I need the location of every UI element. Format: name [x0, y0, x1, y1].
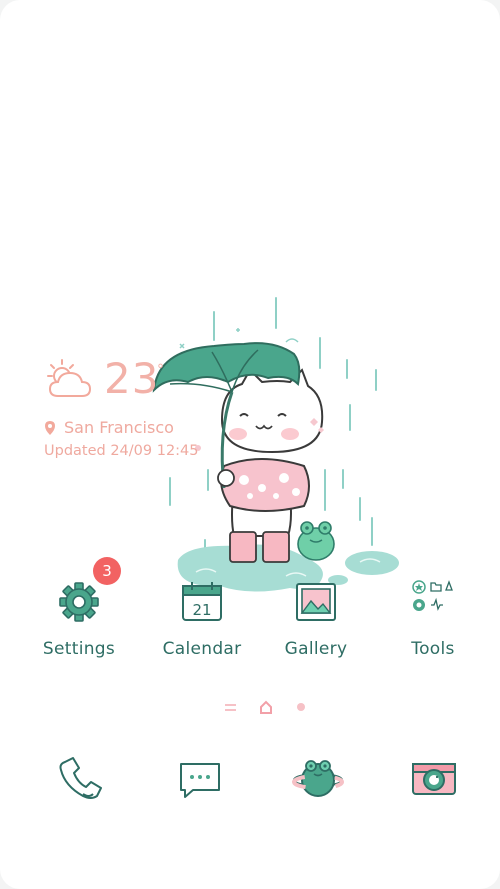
calendar-date: 21 [192, 601, 211, 619]
gallery-icon [296, 583, 336, 621]
notification-badge: 3 [93, 557, 121, 585]
home-icon [260, 700, 272, 714]
weather-widget[interactable]: 23 ° San Francisco Updated 24/09 12:45 [44, 354, 244, 468]
frog-planet-icon[interactable] [292, 752, 344, 804]
home-screen: 23 ° San Francisco Updated 24/09 12:45 S… [0, 0, 500, 889]
menu-lines-icon [225, 704, 236, 711]
messages-icon[interactable] [174, 752, 226, 804]
location-row: San Francisco [44, 418, 174, 437]
page-indicator[interactable] [0, 696, 500, 720]
app-label: Settings [42, 639, 116, 659]
temperature: 23 [104, 354, 160, 403]
phone-icon[interactable] [53, 752, 105, 804]
gear-icon [59, 582, 99, 622]
calendar-icon: 21 [182, 582, 222, 621]
degree-symbol: ° [157, 362, 164, 378]
app-gallery[interactable]: Gallery [256, 580, 376, 670]
location-pin-icon [45, 420, 55, 435]
app-label: Gallery [284, 639, 348, 659]
tools-folder-icon [412, 580, 453, 611]
camera-icon[interactable] [408, 752, 460, 804]
app-settings[interactable]: Settings [19, 580, 139, 670]
app-label: Tools [411, 639, 455, 659]
app-tools-folder[interactable]: Tools [373, 580, 493, 670]
app-calendar[interactable]: 21 Calendar [142, 580, 262, 670]
city-name: San Francisco [64, 418, 174, 437]
page-dot-icon [297, 703, 305, 711]
partly-cloudy-icon [47, 359, 92, 397]
app-label: Calendar [162, 639, 242, 659]
updated-time: Updated 24/09 12:45 [44, 443, 199, 459]
